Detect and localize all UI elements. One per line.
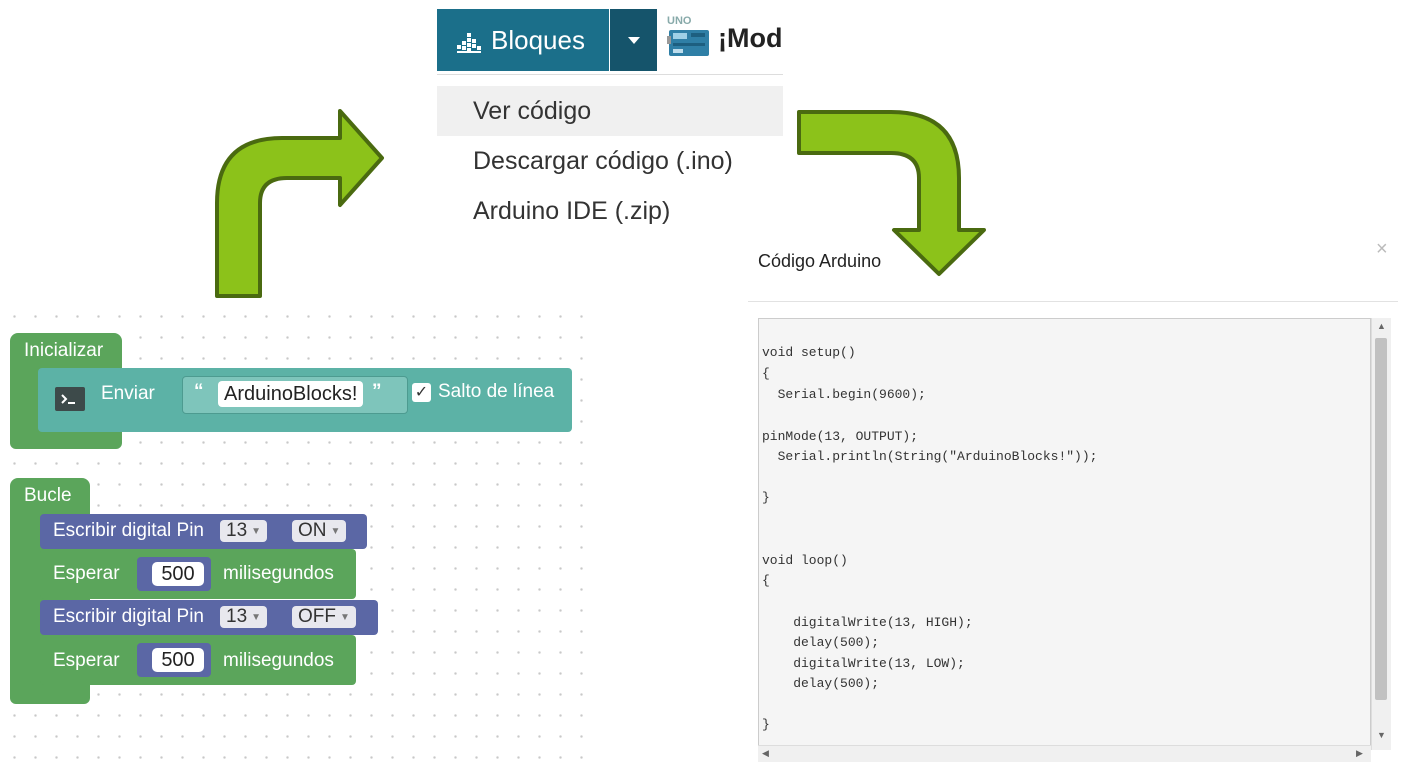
arduino-board-icon[interactable] bbox=[667, 14, 711, 62]
scroll-up-icon[interactable]: ▲ bbox=[1377, 321, 1386, 331]
delay-unit-label: milisegundos bbox=[223, 563, 334, 584]
dropdown-arrow-icon: ▼ bbox=[330, 526, 341, 537]
mode-text: ¡Mod bbox=[718, 23, 783, 53]
code-line: { bbox=[762, 573, 770, 588]
code-line: void setup() bbox=[762, 345, 856, 360]
close-quote-icon: ” bbox=[372, 381, 382, 402]
scroll-down-icon[interactable]: ▼ bbox=[1377, 730, 1386, 740]
code-line: void loop() bbox=[762, 553, 848, 568]
delay-label: Esperar bbox=[53, 650, 120, 671]
state-select[interactable]: ON ▼ bbox=[292, 520, 347, 542]
toolbar-divider bbox=[437, 74, 783, 75]
blocks-button-label: Bloques bbox=[491, 24, 585, 55]
code-line: digitalWrite(13, HIGH); bbox=[762, 615, 973, 630]
serial-send-label: Enviar bbox=[101, 383, 155, 404]
pin-select[interactable]: 13 ▼ bbox=[220, 520, 268, 542]
newline-label: Salto de línea bbox=[438, 381, 555, 402]
newline-checkbox[interactable]: ✓ bbox=[412, 383, 431, 402]
code-line: { bbox=[762, 366, 770, 381]
digital-write-label: Escribir digital Pin bbox=[53, 606, 204, 627]
dialog-title: Código Arduino bbox=[758, 251, 882, 271]
code-line: Serial.begin(9600); bbox=[762, 387, 926, 402]
state-select-value: ON bbox=[298, 520, 327, 541]
open-quote-icon: “ bbox=[194, 381, 204, 402]
vertical-scrollbar[interactable]: ▲ ▼ bbox=[1371, 318, 1391, 750]
vertical-scrollbar-thumb[interactable] bbox=[1375, 338, 1387, 700]
delay-unit-label: milisegundos bbox=[223, 650, 334, 671]
horizontal-scrollbar[interactable]: ◀ ▶ bbox=[758, 745, 1371, 762]
pin-select[interactable]: 13 ▼ bbox=[220, 606, 268, 628]
digital-write-label: Escribir digital Pin bbox=[53, 520, 204, 541]
dropdown-arrow-icon: ▼ bbox=[251, 526, 262, 537]
code-line: Serial.println(String("ArduinoBlocks!"))… bbox=[762, 449, 1098, 464]
delay-label: Esperar bbox=[53, 563, 120, 584]
loop-block-label: Bucle bbox=[24, 485, 72, 506]
delay-value-input[interactable]: 500 bbox=[152, 562, 204, 586]
code-line: } bbox=[762, 490, 770, 505]
terminal-icon bbox=[55, 387, 85, 411]
delay-value-input[interactable]: 500 bbox=[152, 648, 204, 672]
export-menu: Ver código Descargar código (.ino) Ardui… bbox=[437, 86, 783, 236]
code-line: } bbox=[762, 717, 770, 732]
arrow-up-right-icon bbox=[215, 109, 384, 298]
pin-select-value: 13 bbox=[226, 606, 248, 627]
state-select-value: OFF bbox=[298, 606, 336, 627]
dropdown-arrow-icon: ▼ bbox=[251, 612, 262, 623]
dialog-divider bbox=[748, 301, 1398, 302]
caret-down-icon bbox=[627, 36, 640, 44]
blocks-dropdown-toggle[interactable] bbox=[610, 9, 657, 71]
code-viewer[interactable]: void setup() { Serial.begin(9600); pinMo… bbox=[758, 318, 1371, 750]
scroll-right-icon[interactable]: ▶ bbox=[1356, 748, 1363, 759]
text-value-input[interactable]: ArduinoBlocks! bbox=[218, 381, 364, 407]
code-line: delay(500); bbox=[762, 635, 880, 650]
scroll-left-icon[interactable]: ◀ bbox=[762, 748, 769, 759]
state-select[interactable]: OFF ▼ bbox=[292, 606, 356, 628]
blocks-button[interactable]: Bloques bbox=[437, 9, 609, 71]
close-icon[interactable]: × bbox=[1376, 238, 1388, 261]
menu-item-view-code[interactable]: Ver código bbox=[437, 86, 783, 136]
bar-chart-icon bbox=[457, 29, 481, 53]
setup-block-label: Inicializar bbox=[24, 340, 104, 361]
code-line: delay(500); bbox=[762, 676, 880, 691]
toolbar: Bloques UNO ¡Mod bbox=[437, 9, 783, 71]
menu-item-download-ino[interactable]: Descargar código (.ino) bbox=[437, 136, 783, 186]
menu-item-arduino-ide-zip[interactable]: Arduino IDE (.zip) bbox=[437, 186, 783, 236]
pin-select-value: 13 bbox=[226, 520, 248, 541]
code-line: pinMode(13, OUTPUT); bbox=[762, 429, 919, 444]
dropdown-arrow-icon: ▼ bbox=[340, 612, 350, 623]
code-line: digitalWrite(13, LOW); bbox=[762, 656, 965, 671]
